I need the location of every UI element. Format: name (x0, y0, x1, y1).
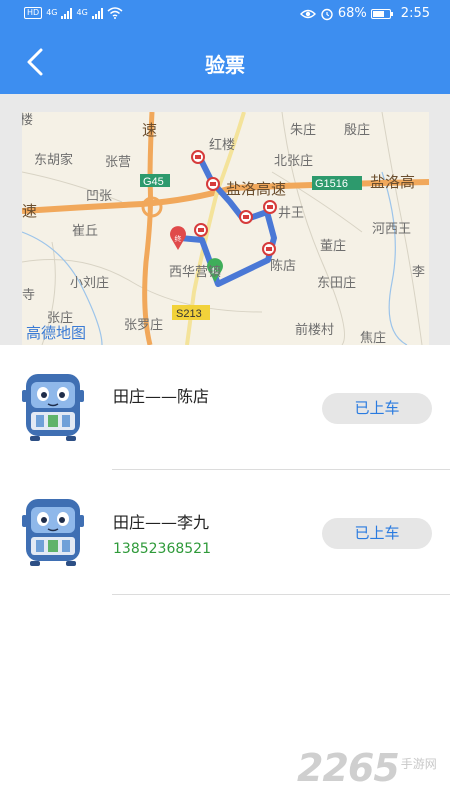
map-label: 张罗庄 (124, 317, 163, 332)
map-label: 北张庄 (274, 153, 313, 168)
4g-signal-icon (61, 7, 73, 19)
clock-time: 2:55 (400, 6, 430, 21)
map-label: 小刘庄 (70, 275, 109, 290)
header: 验票 (0, 30, 450, 94)
map-label: 张庄 (47, 310, 73, 325)
map-label: 红楼 (209, 137, 235, 152)
map-label: 董庄 (320, 238, 346, 253)
svg-text:终: 终 (175, 234, 182, 243)
battery-level (372, 10, 384, 17)
route-map[interactable]: 终 起 楼 速 朱庄 殷庄 东胡家 张营 红楼 北张庄 G45 盐洛高速 G15… (22, 112, 429, 345)
battery-percent: 68% (337, 6, 367, 21)
status-left-icons: HD 4G 4G (24, 7, 123, 19)
map-label: 盐洛高速 (226, 181, 286, 198)
map-label: 东田庄 (317, 275, 356, 290)
wifi-icon (107, 7, 123, 19)
map-label: 前楼村 (295, 322, 334, 337)
map-label: 焦庄 (360, 330, 386, 345)
map-label: S213 (176, 308, 202, 320)
watermark: 2265 手游网 (297, 742, 437, 788)
alarm-icon (321, 8, 333, 20)
boarded-status-button[interactable]: 已上车 (322, 518, 432, 549)
watermark-suffix: 手游网 (400, 757, 437, 771)
map-label: 东胡家 (34, 152, 73, 167)
signal-label-2: 4G (76, 8, 88, 17)
map-label: 陈店 (270, 258, 296, 273)
map-label: 张营 (105, 154, 131, 169)
route-label: 田庄——李九 (113, 513, 210, 532)
status-right-icons: 68% 2:55 (299, 6, 430, 21)
list-item[interactable]: 田庄——陈店 已上车 (0, 345, 450, 470)
map-label: 速 (22, 203, 37, 220)
map-canvas: 终 起 楼 速 朱庄 殷庄 东胡家 张营 红楼 北张庄 G45 盐洛高速 G15… (22, 112, 429, 345)
map-label: 寺 (22, 287, 35, 302)
bus-icon (22, 499, 84, 566)
eye-icon (299, 9, 316, 18)
map-label: 朱庄 (290, 122, 316, 137)
hd-icon: HD (24, 7, 43, 19)
map-label: 速 (142, 122, 157, 139)
status-bar: HD 4G 4G 68% 2:55 (0, 0, 450, 30)
list-item[interactable]: 田庄——李九 13852368521 已上车 (0, 470, 450, 595)
map-label: 井王 (278, 205, 304, 220)
map-label: 凹张 (86, 188, 112, 203)
map-label: 李 (412, 264, 425, 279)
divider (112, 594, 450, 595)
map-label: 西华营镇 (169, 264, 221, 279)
map-label: 河西王 (372, 221, 411, 236)
map-label: 殷庄 (344, 122, 370, 137)
end-pin: 终 (170, 226, 186, 250)
map-label: 崔丘 (72, 223, 98, 238)
signal-label-1: 4G (46, 8, 58, 17)
battery-icon (370, 8, 393, 19)
map-label: 盐洛高 (370, 174, 415, 191)
map-label: G45 (143, 176, 164, 188)
bus-icon (22, 374, 84, 441)
amap-logo: 高德地图 (26, 324, 86, 342)
map-label: G1516 (315, 178, 348, 190)
boarded-status-button[interactable]: 已上车 (322, 393, 432, 424)
page-title: 验票 (205, 53, 245, 77)
map-panel: 终 起 楼 速 朱庄 殷庄 东胡家 张营 红楼 北张庄 G45 盐洛高速 G15… (0, 94, 450, 345)
watermark-number: 2265 (297, 746, 400, 790)
route-label: 田庄——陈店 (113, 387, 210, 406)
4g-signal-icon (91, 7, 103, 19)
phone-number[interactable]: 13852368521 (113, 541, 211, 557)
map-label: 楼 (22, 112, 33, 127)
top-bar: HD 4G 4G 68% 2:55 验票 (0, 0, 450, 94)
